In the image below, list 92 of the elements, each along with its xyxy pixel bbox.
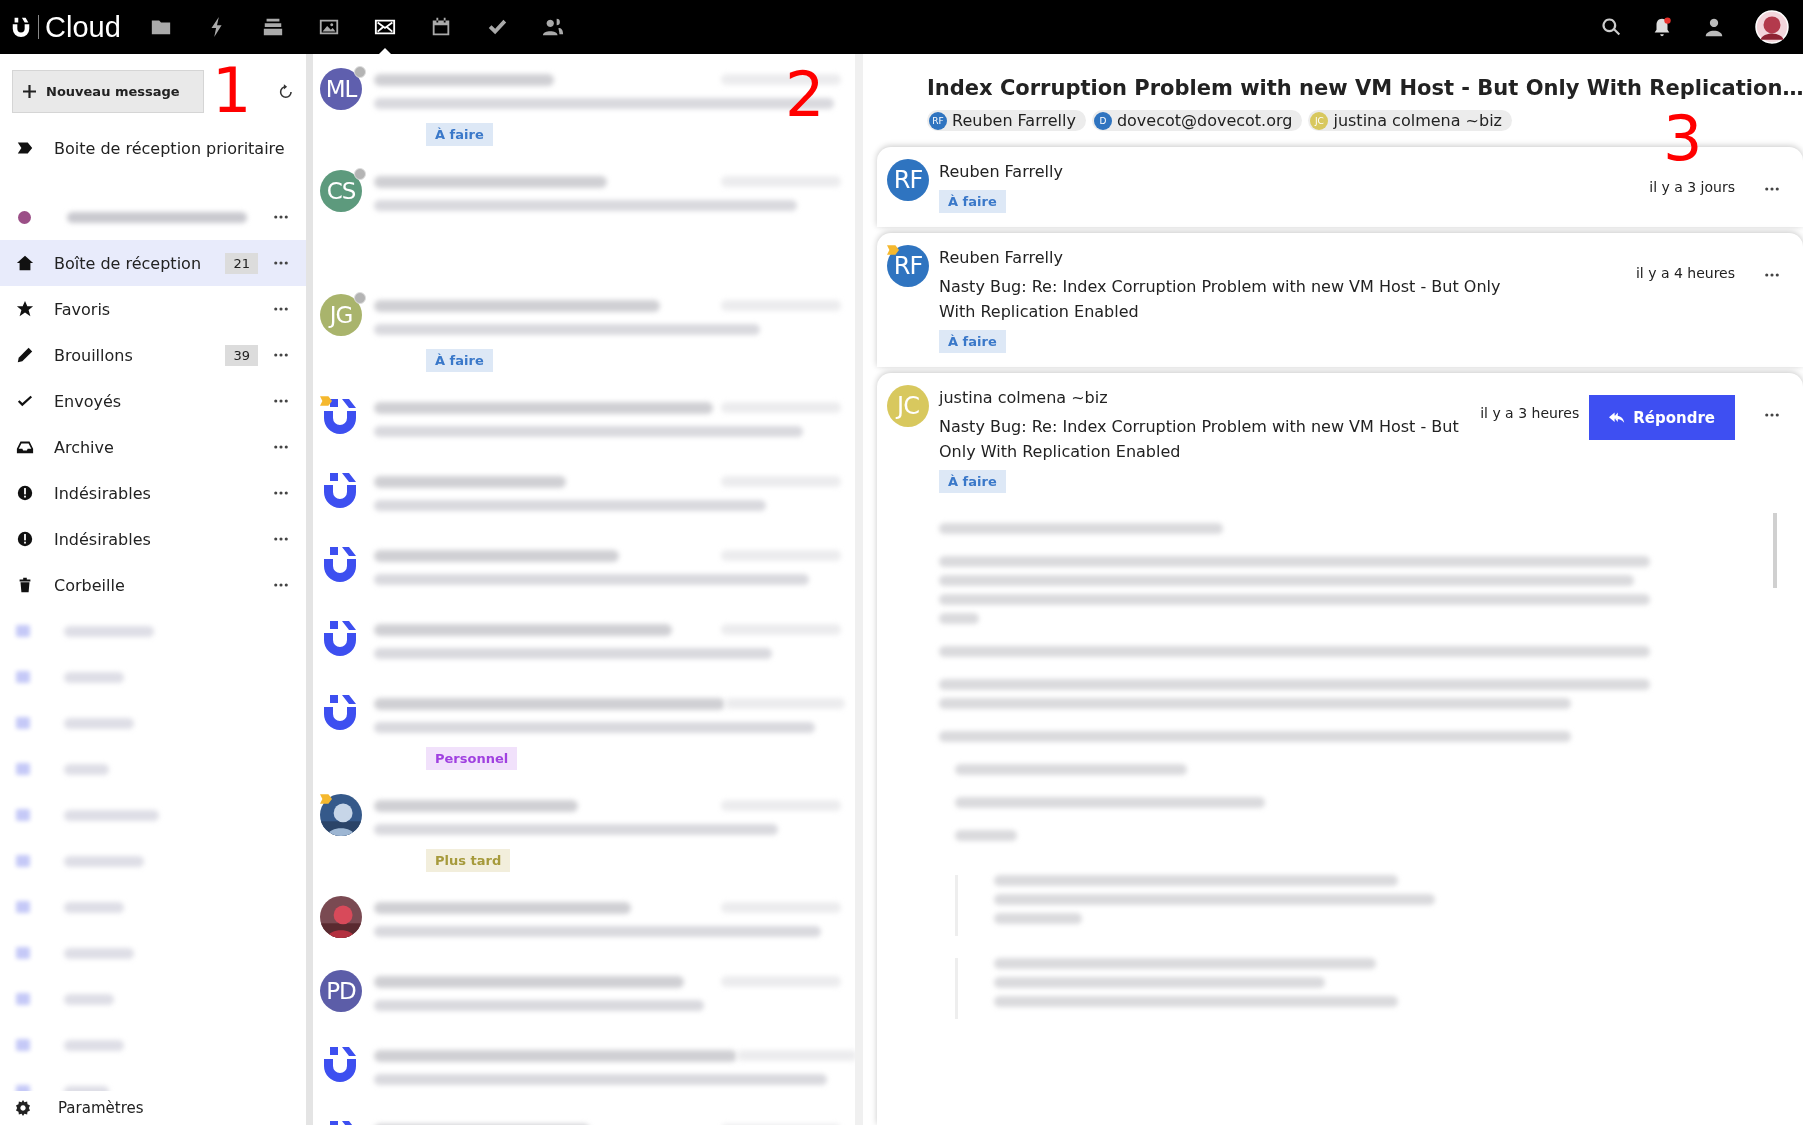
annotation-number: 1 — [212, 60, 252, 122]
settings-icon — [14, 1099, 32, 1117]
more-icon[interactable] — [274, 583, 288, 587]
more-icon[interactable] — [274, 353, 288, 357]
more-icon[interactable] — [274, 491, 288, 495]
blurred-folder-icon — [16, 855, 30, 867]
more-icon[interactable] — [274, 307, 288, 311]
sender-name: Reuben Farrelly — [939, 247, 1064, 269]
participant-name: justina colmena ~biz — [1333, 111, 1502, 130]
tag[interactable]: Personnel — [426, 747, 518, 770]
thread-title: Index Corruption Problem with new VM Host - But Only With Replication… — [927, 76, 1803, 100]
tag[interactable]: À faire — [939, 190, 1006, 213]
blurred-folder-icon — [16, 1039, 30, 1051]
blurred-text — [64, 947, 134, 959]
avatar: JC — [887, 385, 929, 427]
participant-chip[interactable]: D dovecot@dovecot.org — [1091, 110, 1303, 131]
blurred-text — [939, 613, 979, 624]
blurred-folder-icon — [16, 671, 30, 683]
blurred-text — [955, 830, 1017, 841]
message-time: il y a 3 jours — [1649, 179, 1735, 195]
blurred-folder-icon — [16, 947, 30, 959]
plus-icon — [23, 85, 36, 98]
folder-item[interactable]: Brouillons 39 — [0, 332, 306, 378]
blurred-folder-icon — [16, 809, 30, 821]
folder-item[interactable]: Boîte de réception 21 — [0, 240, 306, 286]
folder-item[interactable]: Corbeille — [0, 562, 306, 608]
more-icon[interactable] — [1765, 187, 1779, 191]
folder-item[interactable]: Favoris — [0, 286, 306, 332]
message-time: il y a 4 heures — [1635, 265, 1735, 281]
avatar: RF — [887, 245, 929, 287]
unread-count: 21 — [225, 252, 258, 274]
app-name[interactable]: Cloud — [45, 10, 121, 44]
warning-icon — [16, 484, 34, 502]
folder-item[interactable]: Envoyés — [0, 378, 306, 424]
more-icon[interactable] — [1765, 273, 1779, 277]
home-icon — [16, 254, 34, 272]
blurred-text — [64, 1039, 124, 1051]
logo-icon[interactable] — [10, 16, 32, 38]
sender-name: justina colmena ~biz — [939, 387, 1109, 409]
annotation-number: 3 — [1663, 108, 1703, 170]
reply-all-icon — [1609, 411, 1626, 424]
avatar: RF — [887, 159, 929, 201]
blurred-folder-icon — [16, 763, 30, 775]
folder-item[interactable]: Indésirables — [0, 470, 306, 516]
participant-chip[interactable]: JC justina colmena ~biz — [1308, 110, 1512, 131]
blurred-folder-icon — [16, 901, 30, 913]
message-subject: Nasty Bug: Re: Index Corruption Problem with new VM Host - But Only With Replication Enabled — [939, 276, 1502, 323]
folder-item[interactable]: Indésirables — [0, 516, 306, 562]
participant-avatar: JC — [1310, 111, 1329, 130]
tag[interactable]: À faire — [939, 470, 1006, 493]
blurred-folder-icon — [16, 717, 30, 729]
participant-name: Reuben Farrelly — [952, 111, 1076, 130]
blurred-text — [64, 763, 109, 775]
more-icon[interactable] — [274, 215, 288, 219]
annotation-number: 2 — [785, 64, 825, 126]
star-icon — [16, 300, 34, 318]
more-icon[interactable] — [274, 537, 288, 541]
more-icon[interactable] — [274, 399, 288, 403]
participant-name: dovecot@dovecot.org — [1116, 111, 1293, 130]
tag[interactable]: À faire — [939, 330, 1006, 353]
warning-icon — [16, 530, 34, 548]
avatar: CS — [320, 170, 362, 212]
avatar: ML — [320, 68, 362, 110]
new-message-button[interactable]: Nouveau message — [12, 70, 205, 113]
sender-name: Reuben Farrelly — [939, 161, 1064, 183]
message-subject: Nasty Bug: Re: Index Corruption Problem with new VM Host - But Only With Replication Enabled — [939, 416, 1460, 463]
avatar: JG — [320, 294, 362, 336]
more-icon[interactable] — [1765, 413, 1779, 417]
participant-avatar: RF — [929, 111, 947, 130]
contacts-icon[interactable] — [1703, 16, 1725, 38]
blurred-folder-icon — [16, 625, 30, 637]
tag[interactable]: À faire — [426, 123, 493, 146]
blurred-folder-icon — [16, 993, 30, 1005]
message-time: il y a 3 heures — [1480, 405, 1580, 421]
pencil-icon — [16, 346, 34, 364]
avatar: PD — [320, 970, 362, 1012]
more-icon[interactable] — [274, 445, 288, 449]
avatar[interactable] — [1755, 10, 1789, 44]
tag[interactable]: À faire — [426, 349, 493, 372]
reply-button[interactable]: Répondre — [1589, 395, 1735, 440]
search-icon[interactable] — [1601, 17, 1621, 37]
participant-chip[interactable]: RF Reuben Farrelly — [927, 110, 1086, 131]
refresh-icon[interactable] — [278, 83, 294, 100]
folder-item[interactable]: Boite de réception prioritaire — [0, 125, 306, 171]
more-icon[interactable] — [274, 261, 288, 265]
folder-item[interactable]: Archive — [0, 424, 306, 470]
blurred-text — [64, 993, 114, 1005]
blurred-text — [64, 717, 134, 729]
participant-avatar: D — [1093, 111, 1112, 130]
unread-count: 39 — [225, 344, 258, 366]
blurred-text — [64, 901, 124, 913]
blurred-text — [64, 671, 124, 683]
